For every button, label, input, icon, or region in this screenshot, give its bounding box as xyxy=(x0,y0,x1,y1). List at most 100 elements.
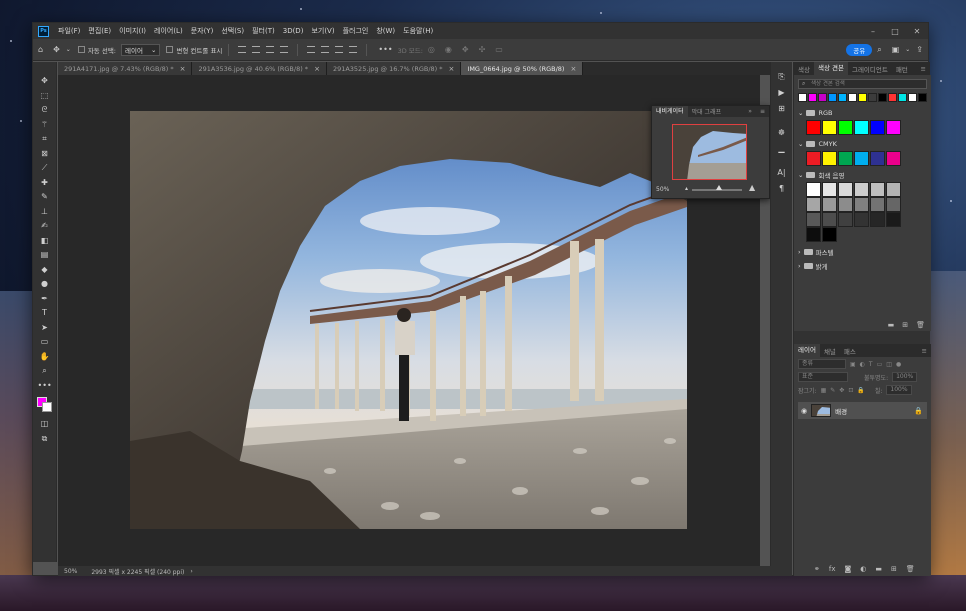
trash-icon[interactable]: 🗑 xyxy=(906,565,915,573)
color-swatch[interactable] xyxy=(858,93,867,102)
new-group-icon[interactable]: ▬ xyxy=(888,321,895,329)
chevron-down-icon[interactable]: ⌄ xyxy=(905,46,910,53)
clone-stamp-tool-icon[interactable]: ⊥ xyxy=(38,205,52,220)
color-swatch[interactable] xyxy=(838,197,853,212)
color-swatch[interactable] xyxy=(818,93,827,102)
home-icon[interactable]: ⌂ xyxy=(38,45,43,54)
lock-artboard-icon[interactable]: ⊡ xyxy=(848,387,853,394)
color-swatch[interactable] xyxy=(886,151,901,166)
filter-shape-icon[interactable]: ▭ xyxy=(877,361,883,368)
color-swatch[interactable] xyxy=(870,197,885,212)
gradient-tool-icon[interactable]: ▤ xyxy=(38,248,52,263)
color-swatch[interactable] xyxy=(798,93,807,102)
lock-move-icon[interactable]: ✥ xyxy=(839,387,844,394)
dodge-tool-icon[interactable]: ● xyxy=(38,277,52,292)
eraser-tool-icon[interactable]: ◧ xyxy=(38,234,52,249)
color-swatch[interactable] xyxy=(886,182,901,197)
color-swatch[interactable] xyxy=(854,182,869,197)
properties-icon[interactable]: ⊞ xyxy=(775,102,789,116)
menu-help[interactable]: 도움말(H) xyxy=(399,26,437,36)
workspace-icon[interactable]: ▣ xyxy=(892,45,900,54)
quick-mask-icon[interactable]: ◫ xyxy=(38,417,52,432)
hand-tool-icon[interactable]: ✋ xyxy=(38,350,52,365)
histogram-icon[interactable]: ▁ xyxy=(775,142,789,156)
color-swatch[interactable] xyxy=(898,93,907,102)
color-swatch[interactable] xyxy=(848,93,857,102)
link-icon[interactable]: ⚭ xyxy=(814,565,820,573)
color-swatch[interactable] xyxy=(822,151,837,166)
blur-tool-icon[interactable]: ◆ xyxy=(38,263,52,278)
3d-pan-icon[interactable]: ✥ xyxy=(462,45,469,54)
align-top-icon[interactable] xyxy=(280,46,289,53)
color-swatch[interactable] xyxy=(854,151,869,166)
filter-smart-icon[interactable]: ◫ xyxy=(886,361,892,368)
color-swatch[interactable] xyxy=(822,120,837,135)
tab-histogram[interactable]: 막대 그래프 xyxy=(688,107,726,116)
swatch-group-light[interactable]: › 밝게 xyxy=(798,260,931,271)
document-image[interactable] xyxy=(130,111,687,529)
swatch-group-rgb[interactable]: ⌄ RGB xyxy=(798,107,931,118)
menu-window[interactable]: 창(W) xyxy=(372,26,399,36)
pen-tool-icon[interactable]: ✒ xyxy=(38,292,52,307)
blend-mode-dropdown[interactable]: 표준 xyxy=(798,372,848,382)
3d-camera-icon[interactable]: ▭ xyxy=(495,45,503,54)
distribute-vertical-icon[interactable] xyxy=(307,46,316,53)
color-swatch[interactable] xyxy=(806,120,821,135)
color-swatch[interactable] xyxy=(870,212,885,227)
mask-icon[interactable]: ◙ xyxy=(844,565,851,573)
marquee-tool-icon[interactable]: ⬚ xyxy=(38,89,52,104)
color-swatch[interactable] xyxy=(888,93,897,102)
screen-mode-icon[interactable]: ⧉ xyxy=(38,432,52,447)
3d-roll-icon[interactable]: ◉ xyxy=(445,45,452,54)
rectangle-tool-icon[interactable]: ▭ xyxy=(38,335,52,350)
actions-icon[interactable]: ▶ xyxy=(775,86,789,100)
eye-icon[interactable]: ◉ xyxy=(801,407,807,415)
filter-type-icon[interactable]: T xyxy=(869,361,873,368)
color-swatch[interactable] xyxy=(886,120,901,135)
slider-handle[interactable] xyxy=(716,185,722,190)
status-zoom[interactable]: 50% xyxy=(64,568,77,575)
trash-icon[interactable]: 🗑 xyxy=(916,321,925,329)
menu-type[interactable]: 문자(Y) xyxy=(187,26,218,36)
fill-input[interactable]: 100% xyxy=(886,385,912,395)
3d-slide-icon[interactable]: ✣ xyxy=(479,45,486,54)
color-swatch[interactable] xyxy=(868,93,877,102)
tab-291a3536[interactable]: 291A3536.jpg @ 40.6% (RGB/8) * × xyxy=(192,62,327,75)
distribute-middle-icon[interactable] xyxy=(321,46,330,53)
menu-file[interactable]: 파일(F) xyxy=(54,26,84,36)
menu-edit[interactable]: 편집(E) xyxy=(84,26,115,36)
eyedropper-tool-icon[interactable]: ⟋ xyxy=(38,161,52,176)
group-folder-icon[interactable]: ▬ xyxy=(875,565,882,573)
transform-controls-checkbox[interactable] xyxy=(166,46,174,53)
move-tool-icon[interactable]: ✥ xyxy=(53,45,60,54)
color-swatch[interactable] xyxy=(806,197,821,212)
menu-filter[interactable]: 필터(T) xyxy=(248,26,279,36)
color-swatch[interactable] xyxy=(886,212,901,227)
color-swatch[interactable] xyxy=(828,93,837,102)
tab-291a4171[interactable]: 291A4171.jpg @ 7.43% (RGB/8) * × xyxy=(58,62,193,75)
expand-icon[interactable]: » xyxy=(744,108,756,115)
close-icon[interactable]: × xyxy=(314,65,320,73)
color-swatch[interactable] xyxy=(822,212,837,227)
magic-wand-tool-icon[interactable]: ⚚ xyxy=(38,118,52,133)
zoom-in-icon[interactable]: ▲ xyxy=(749,183,755,192)
crop-tool-icon[interactable]: ⌗ xyxy=(38,132,52,147)
lasso-tool-icon[interactable]: ᘓ xyxy=(38,103,52,118)
color-swatch[interactable] xyxy=(870,151,885,166)
swatch-group-grayscale[interactable]: ⌄ 회색 음영 xyxy=(798,169,931,180)
align-right-icon[interactable] xyxy=(266,46,275,53)
filter-toggle-icon[interactable]: ● xyxy=(896,361,901,368)
tab-navigator[interactable]: 내비게이터 xyxy=(652,106,688,117)
edit-toolbar-icon[interactable]: ••• xyxy=(38,379,52,394)
close-button[interactable]: ✕ xyxy=(906,27,928,36)
tab-channels[interactable]: 채널 xyxy=(820,346,840,356)
tab-paths[interactable]: 패스 xyxy=(840,346,860,356)
color-swatch[interactable] xyxy=(806,151,821,166)
color-swatch[interactable] xyxy=(854,212,869,227)
panel-menu-icon[interactable]: ≡ xyxy=(756,108,769,115)
color-swatch[interactable] xyxy=(806,182,821,197)
background-color[interactable] xyxy=(41,402,52,412)
close-icon[interactable]: × xyxy=(180,65,186,73)
color-swatch[interactable] xyxy=(908,93,917,102)
color-swatch[interactable] xyxy=(838,151,853,166)
